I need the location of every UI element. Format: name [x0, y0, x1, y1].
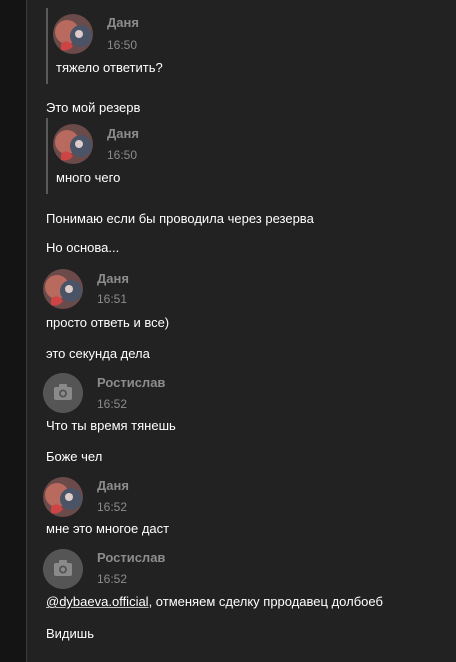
message-text: мне это многое даст: [46, 521, 170, 536]
author-name[interactable]: Даня: [107, 15, 139, 30]
camera-icon: [43, 549, 83, 589]
panel-border: [26, 0, 27, 662]
message-text: это секунда дела: [46, 346, 150, 361]
author-name[interactable]: Ростислав: [97, 375, 165, 390]
anime-avatar-icon: [43, 477, 83, 517]
message-text-rest: , отменяем сделку прродавец долбоеб: [148, 594, 383, 609]
message-time: 16:50: [107, 38, 138, 52]
quote-bar: [46, 118, 48, 194]
avatar-rostislav[interactable]: [43, 549, 83, 589]
message-time: 16:50: [107, 148, 138, 162]
avatar-danya[interactable]: [43, 477, 83, 517]
quoted-text: много чего: [56, 170, 121, 185]
author-name[interactable]: Ростислав: [97, 550, 165, 565]
author-name[interactable]: Даня: [107, 126, 139, 141]
anime-avatar-icon: [43, 269, 83, 309]
message-text: Это мой резерв: [46, 100, 141, 115]
message-text: Видишь: [46, 626, 94, 641]
user-mention-link[interactable]: @dybaeva.official: [46, 594, 149, 609]
anime-avatar-icon: [53, 14, 93, 54]
message-text: Но основа...: [46, 240, 120, 255]
author-name[interactable]: Даня: [97, 478, 129, 493]
message-text: просто ответь и все): [46, 315, 170, 330]
avatar-danya[interactable]: [53, 14, 93, 54]
message-time: 16:52: [97, 500, 128, 514]
message-text: Понимаю если бы проводила через резерва: [46, 211, 314, 226]
author-name[interactable]: Даня: [97, 271, 129, 286]
avatar-danya[interactable]: [43, 269, 83, 309]
message-text: Что ты время тянешь: [46, 418, 176, 433]
anime-avatar-icon: [53, 124, 93, 164]
avatar-danya[interactable]: [53, 124, 93, 164]
message-time: 16:51: [97, 292, 128, 306]
camera-icon: [43, 373, 83, 413]
quote-bar: [46, 8, 48, 84]
quoted-text: тяжело ответить?: [56, 60, 163, 75]
avatar-rostislav[interactable]: [43, 373, 83, 413]
message-text: Боже чел: [46, 449, 103, 464]
message-time: 16:52: [97, 572, 128, 586]
message-time: 16:52: [97, 397, 128, 411]
message-text: @dybaeva.official, отменяем сделку пррод…: [46, 594, 383, 609]
